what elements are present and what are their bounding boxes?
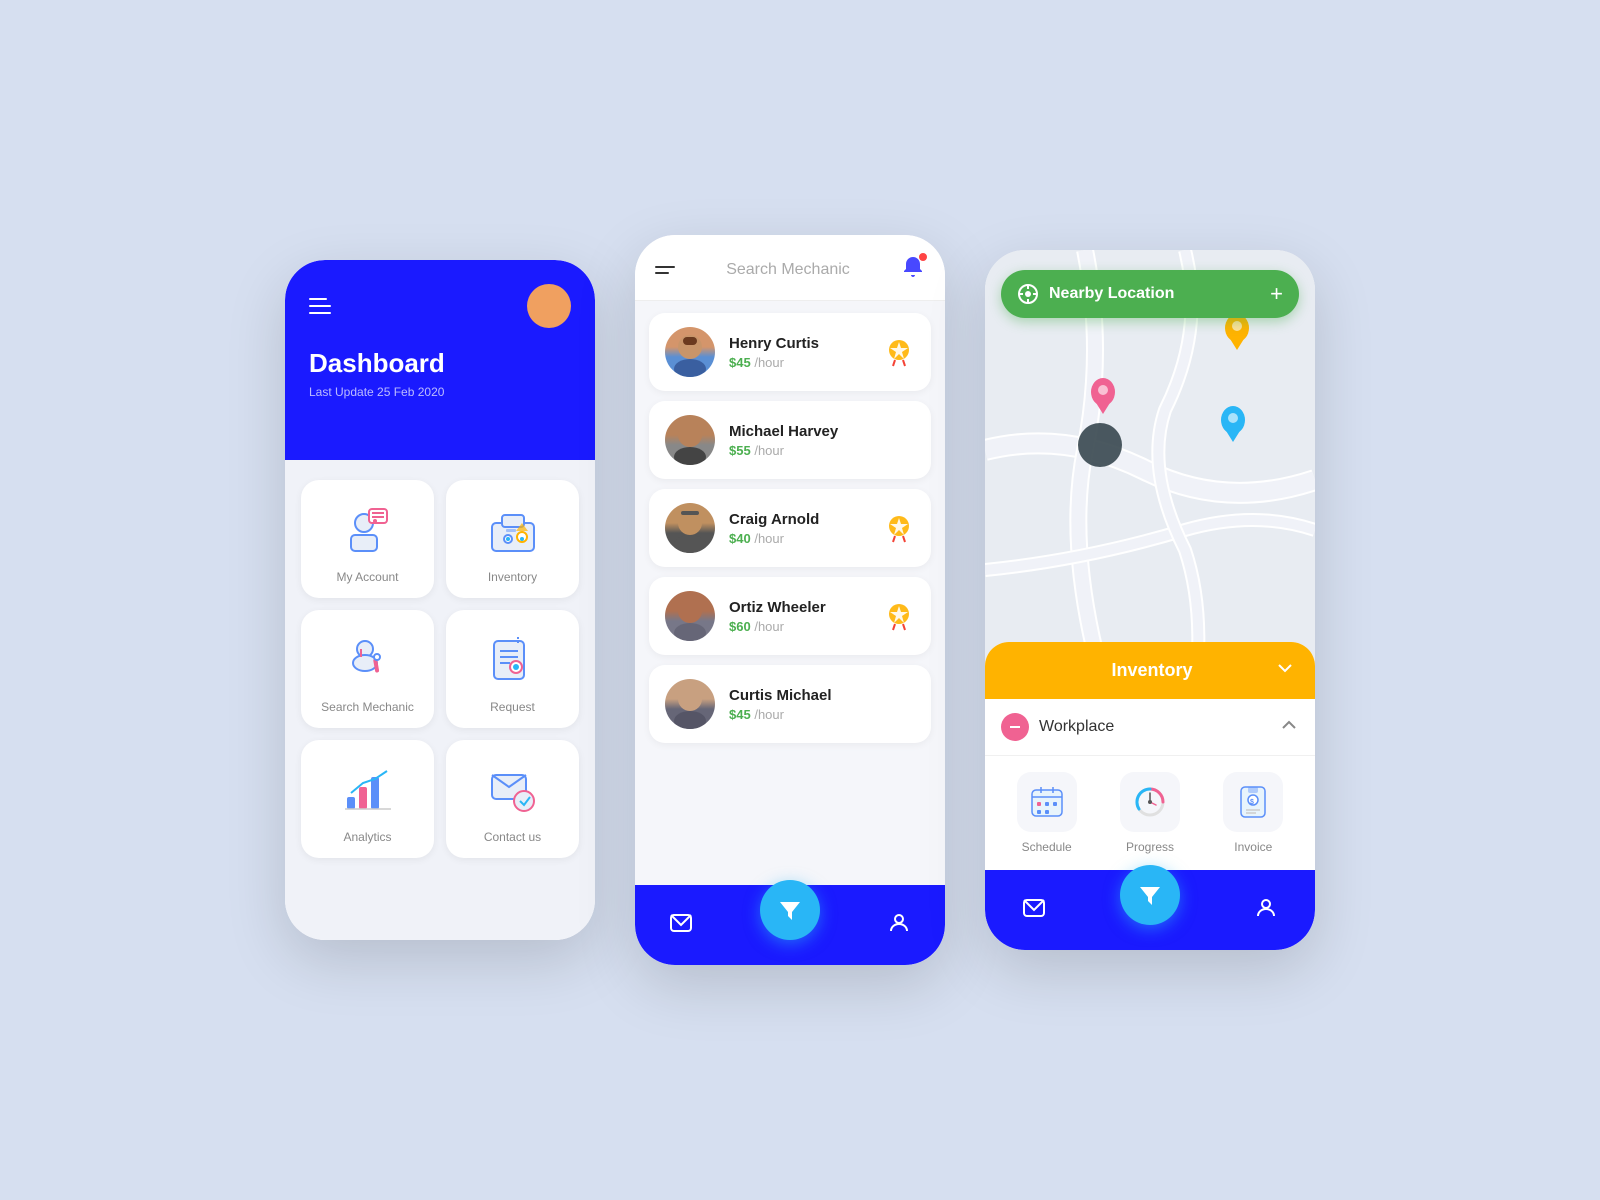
map-area: Nearby Location + <box>985 250 1315 690</box>
menu-icon[interactable] <box>655 266 675 274</box>
search-title: Search Mechanic <box>726 261 850 279</box>
dashboard-body: My Account <box>285 460 595 940</box>
invoice-label: Invoice <box>1234 840 1272 854</box>
workplace-icon-schedule[interactable]: Schedule <box>1017 772 1077 854</box>
chevron-down-icon[interactable] <box>1275 658 1295 683</box>
schedule-label: Schedule <box>1022 840 1072 854</box>
bottom-nav <box>635 885 945 965</box>
workplace-row: Workplace <box>985 699 1315 756</box>
grid-item-contact-us[interactable]: Contact us <box>446 740 579 858</box>
workplace-label: Workplace <box>1039 718 1114 736</box>
mechanic-rate-curtis: $45 /hour <box>729 707 869 722</box>
grid-item-label-analytics: Analytics <box>343 830 391 844</box>
dashboard-header: Dashboard Last Update 25 Feb 2020 <box>285 260 595 460</box>
mechanic-card-henry[interactable]: Henry Curtis $45 /hour <box>649 313 931 391</box>
dashboard-phone: Dashboard Last Update 25 Feb 2020 <box>285 260 595 940</box>
profile-nav-icon[interactable] <box>887 911 911 940</box>
search-mechanic-icon <box>338 630 398 690</box>
mechanic-rate-craig: $40 /hour <box>729 531 869 546</box>
filter-button[interactable] <box>760 880 820 940</box>
mechanic-name-craig: Craig Arnold <box>729 511 869 528</box>
phone3-filter-button[interactable] <box>1120 865 1180 925</box>
my-account-icon <box>338 500 398 560</box>
mechanic-info-henry: Henry Curtis $45 /hour <box>729 335 869 370</box>
grid-item-label-request: Request <box>490 700 535 714</box>
mechanic-name-henry: Henry Curtis <box>729 335 869 352</box>
inventory-panel: Inventory Workplace <box>985 642 1315 870</box>
grid-item-search-mechanic[interactable]: Search Mechanic <box>301 610 434 728</box>
mechanic-avatar-henry <box>665 327 715 377</box>
grid-item-label-inventory: Inventory <box>488 570 537 584</box>
grid-item-label-search-mechanic: Search Mechanic <box>321 700 414 714</box>
phone3-bottom-nav <box>985 870 1315 950</box>
notification-dot <box>919 253 927 261</box>
workplace-icon-invoice[interactable]: $ Invoice <box>1223 772 1283 854</box>
workplace-dot <box>1001 713 1029 741</box>
progress-label: Progress <box>1126 840 1174 854</box>
grid-item-label-my-account: My Account <box>336 570 398 584</box>
mechanic-list: Henry Curtis $45 /hour <box>635 301 945 891</box>
request-icon <box>483 630 543 690</box>
menu-icon[interactable] <box>309 298 331 314</box>
mechanic-info-michael: Michael Harvey $55 /hour <box>729 423 869 458</box>
grid-item-my-account[interactable]: My Account <box>301 480 434 598</box>
search-header: Search Mechanic <box>635 235 945 301</box>
inventory-icon <box>483 500 543 560</box>
grid-item-inventory[interactable]: Inventory <box>446 480 579 598</box>
mechanic-avatar-michael <box>665 415 715 465</box>
inventory-header[interactable]: Inventory <box>985 642 1315 699</box>
mechanic-rate-henry: $45 /hour <box>729 355 869 370</box>
svg-text:$: $ <box>1250 799 1254 806</box>
badge-icon-henry <box>883 336 915 368</box>
mechanic-avatar-curtis <box>665 679 715 729</box>
dashboard-title: Dashboard <box>309 348 571 379</box>
dashboard-grid: My Account <box>301 480 579 858</box>
mechanic-avatar-craig <box>665 503 715 553</box>
map-phone: Nearby Location + Inventory <box>985 250 1315 950</box>
mechanic-name-michael: Michael Harvey <box>729 423 869 440</box>
workplace-chevron-up[interactable] <box>1279 715 1299 740</box>
mechanic-card-ortiz[interactable]: Ortiz Wheeler $60 /hour <box>649 577 931 655</box>
mechanic-card-michael[interactable]: Michael Harvey $55 /hour <box>649 401 931 479</box>
avatar[interactable] <box>527 284 571 328</box>
workplace-icons: Schedule Progress <box>985 756 1315 870</box>
phone3-messages-icon[interactable] <box>1022 896 1046 925</box>
mechanic-name-curtis: Curtis Michael <box>729 687 869 704</box>
contact-icon <box>483 760 543 820</box>
workplace-icon-progress[interactable]: Progress <box>1120 772 1180 854</box>
inventory-title: Inventory <box>1029 660 1275 681</box>
mechanic-name-ortiz: Ortiz Wheeler <box>729 599 869 616</box>
badge-icon-craig <box>883 512 915 544</box>
nearby-plus-icon[interactable]: + <box>1270 281 1283 307</box>
analytics-icon <box>338 760 398 820</box>
grid-item-request[interactable]: Request <box>446 610 579 728</box>
grid-item-label-contact-us: Contact us <box>484 830 541 844</box>
mechanic-info-ortiz: Ortiz Wheeler $60 /hour <box>729 599 869 634</box>
mechanic-rate-michael: $55 /hour <box>729 443 869 458</box>
mechanic-avatar-ortiz <box>665 591 715 641</box>
nearby-location-button[interactable]: Nearby Location + <box>1001 270 1299 318</box>
badge-icon-ortiz <box>883 600 915 632</box>
search-mechanic-phone: Search Mechanic <box>635 235 945 965</box>
mechanic-rate-ortiz: $60 /hour <box>729 619 869 634</box>
notification-bell[interactable] <box>901 255 925 284</box>
mechanic-card-curtis[interactable]: Curtis Michael $45 /hour <box>649 665 931 743</box>
messages-nav-icon[interactable] <box>669 911 693 940</box>
nearby-location-text: Nearby Location <box>1049 285 1174 303</box>
dashboard-subtitle: Last Update 25 Feb 2020 <box>309 385 571 399</box>
mechanic-info-curtis: Curtis Michael $45 /hour <box>729 687 869 722</box>
mechanic-card-craig[interactable]: Craig Arnold $40 /hour <box>649 489 931 567</box>
phone3-profile-icon[interactable] <box>1254 896 1278 925</box>
mechanic-info-craig: Craig Arnold $40 /hour <box>729 511 869 546</box>
grid-item-analytics[interactable]: Analytics <box>301 740 434 858</box>
